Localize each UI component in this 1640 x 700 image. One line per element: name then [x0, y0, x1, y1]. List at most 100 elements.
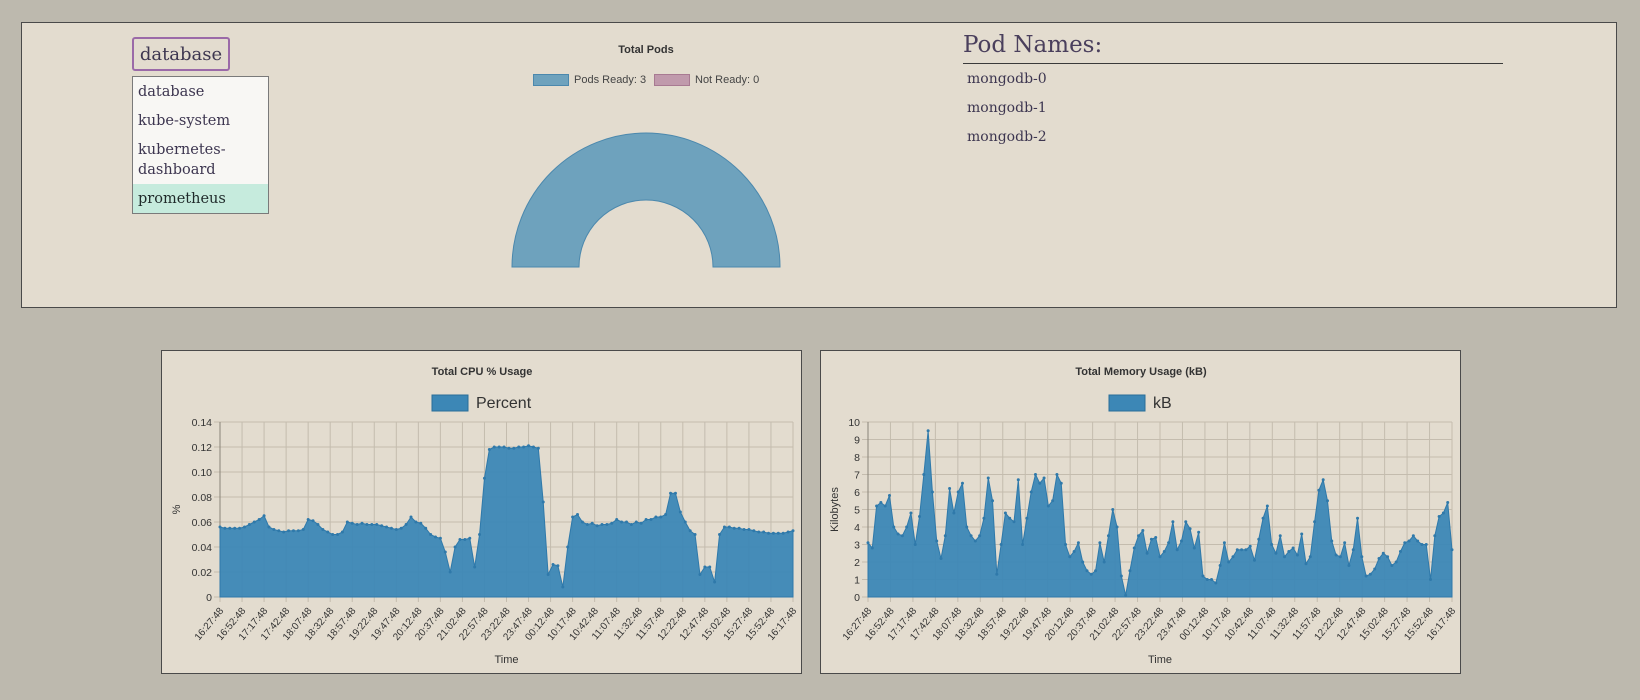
- data-point[interactable]: [718, 533, 722, 536]
- data-point[interactable]: [1398, 550, 1402, 553]
- data-point[interactable]: [1248, 544, 1252, 548]
- data-point[interactable]: [385, 525, 389, 529]
- data-point[interactable]: [262, 514, 266, 518]
- data-point[interactable]: [585, 523, 589, 526]
- data-point[interactable]: [1003, 511, 1007, 515]
- data-point[interactable]: [1128, 569, 1132, 573]
- data-point[interactable]: [1390, 564, 1394, 567]
- data-point[interactable]: [267, 525, 271, 529]
- data-point[interactable]: [482, 476, 486, 480]
- data-point[interactable]: [365, 523, 369, 526]
- data-point[interactable]: [1291, 546, 1295, 550]
- data-point[interactable]: [1081, 560, 1085, 564]
- data-point[interactable]: [536, 446, 540, 450]
- data-point[interactable]: [296, 529, 300, 533]
- data-point[interactable]: [1184, 520, 1188, 524]
- data-point[interactable]: [1008, 516, 1012, 520]
- data-point[interactable]: [781, 531, 785, 535]
- data-point[interactable]: [1295, 553, 1299, 557]
- namespace-option-kubernetes-dashboard[interactable]: kubernetes-dashboard: [133, 135, 268, 184]
- data-point[interactable]: [1029, 490, 1033, 494]
- data-point[interactable]: [866, 541, 870, 545]
- pods-ready-slice[interactable]: [511, 132, 781, 268]
- data-point[interactable]: [887, 494, 891, 497]
- data-point[interactable]: [453, 545, 457, 549]
- data-point[interactable]: [301, 528, 305, 531]
- data-point[interactable]: [870, 546, 874, 550]
- data-point[interactable]: [1416, 539, 1420, 543]
- data-point[interactable]: [610, 521, 614, 525]
- data-point[interactable]: [747, 528, 751, 531]
- data-point[interactable]: [419, 521, 423, 525]
- data-point[interactable]: [786, 530, 790, 534]
- data-point[interactable]: [1257, 537, 1261, 541]
- namespace-option-kube-system[interactable]: kube-system: [133, 106, 268, 135]
- data-point[interactable]: [566, 545, 570, 549]
- legend-swatch[interactable]: [431, 394, 469, 412]
- data-point[interactable]: [355, 523, 359, 526]
- data-point[interactable]: [926, 429, 930, 433]
- data-point[interactable]: [1304, 562, 1308, 566]
- data-point[interactable]: [282, 530, 286, 534]
- data-point[interactable]: [960, 481, 964, 485]
- data-point[interactable]: [620, 520, 624, 524]
- data-point[interactable]: [1162, 550, 1166, 553]
- data-point[interactable]: [223, 526, 227, 530]
- data-point[interactable]: [345, 520, 349, 524]
- data-point[interactable]: [1210, 578, 1214, 581]
- data-point[interactable]: [1227, 560, 1231, 564]
- data-point[interactable]: [1394, 560, 1398, 564]
- data-point[interactable]: [1283, 555, 1287, 559]
- data-point[interactable]: [507, 446, 511, 450]
- data-point[interactable]: [1102, 560, 1106, 564]
- data-point[interactable]: [375, 523, 379, 526]
- data-point[interactable]: [982, 516, 986, 520]
- data-point[interactable]: [1270, 543, 1274, 546]
- data-point[interactable]: [1197, 530, 1201, 534]
- data-point[interactable]: [1317, 488, 1321, 492]
- data-point[interactable]: [370, 523, 374, 526]
- data-point[interactable]: [1167, 541, 1171, 545]
- data-point[interactable]: [1386, 555, 1390, 559]
- data-point[interactable]: [1433, 534, 1437, 538]
- data-point[interactable]: [757, 530, 761, 534]
- data-point[interactable]: [1441, 511, 1445, 515]
- data-point[interactable]: [580, 520, 584, 524]
- data-point[interactable]: [561, 585, 565, 589]
- data-point[interactable]: [1154, 536, 1158, 539]
- data-point[interactable]: [1420, 543, 1424, 546]
- data-point[interactable]: [522, 445, 526, 449]
- data-point[interactable]: [767, 531, 771, 535]
- data-point[interactable]: [233, 526, 237, 530]
- data-point[interactable]: [673, 491, 677, 495]
- data-point[interactable]: [1330, 539, 1334, 543]
- data-point[interactable]: [624, 520, 628, 524]
- data-point[interactable]: [875, 504, 879, 508]
- data-point[interactable]: [517, 445, 521, 449]
- data-point[interactable]: [316, 523, 320, 526]
- data-point[interactable]: [380, 524, 384, 528]
- data-point[interactable]: [935, 539, 939, 543]
- data-point[interactable]: [1347, 564, 1351, 567]
- data-point[interactable]: [487, 448, 491, 451]
- data-point[interactable]: [1321, 478, 1325, 482]
- data-point[interactable]: [678, 510, 682, 514]
- data-point[interactable]: [443, 550, 447, 554]
- data-point[interactable]: [497, 445, 501, 449]
- data-point[interactable]: [879, 501, 883, 504]
- data-point[interactable]: [468, 536, 472, 540]
- legend-pods-ready[interactable]: Pods Ready: 3: [533, 73, 646, 87]
- data-point[interactable]: [1338, 555, 1342, 559]
- data-point[interactable]: [1205, 578, 1209, 581]
- data-point[interactable]: [605, 523, 609, 526]
- data-point[interactable]: [1403, 541, 1407, 545]
- data-point[interactable]: [1351, 548, 1355, 552]
- data-point[interactable]: [1016, 478, 1020, 482]
- data-point[interactable]: [321, 528, 325, 531]
- data-point[interactable]: [399, 526, 403, 530]
- data-point[interactable]: [698, 573, 702, 576]
- data-point[interactable]: [948, 487, 952, 490]
- data-point[interactable]: [389, 526, 393, 530]
- data-point[interactable]: [238, 526, 242, 530]
- data-point[interactable]: [326, 530, 330, 534]
